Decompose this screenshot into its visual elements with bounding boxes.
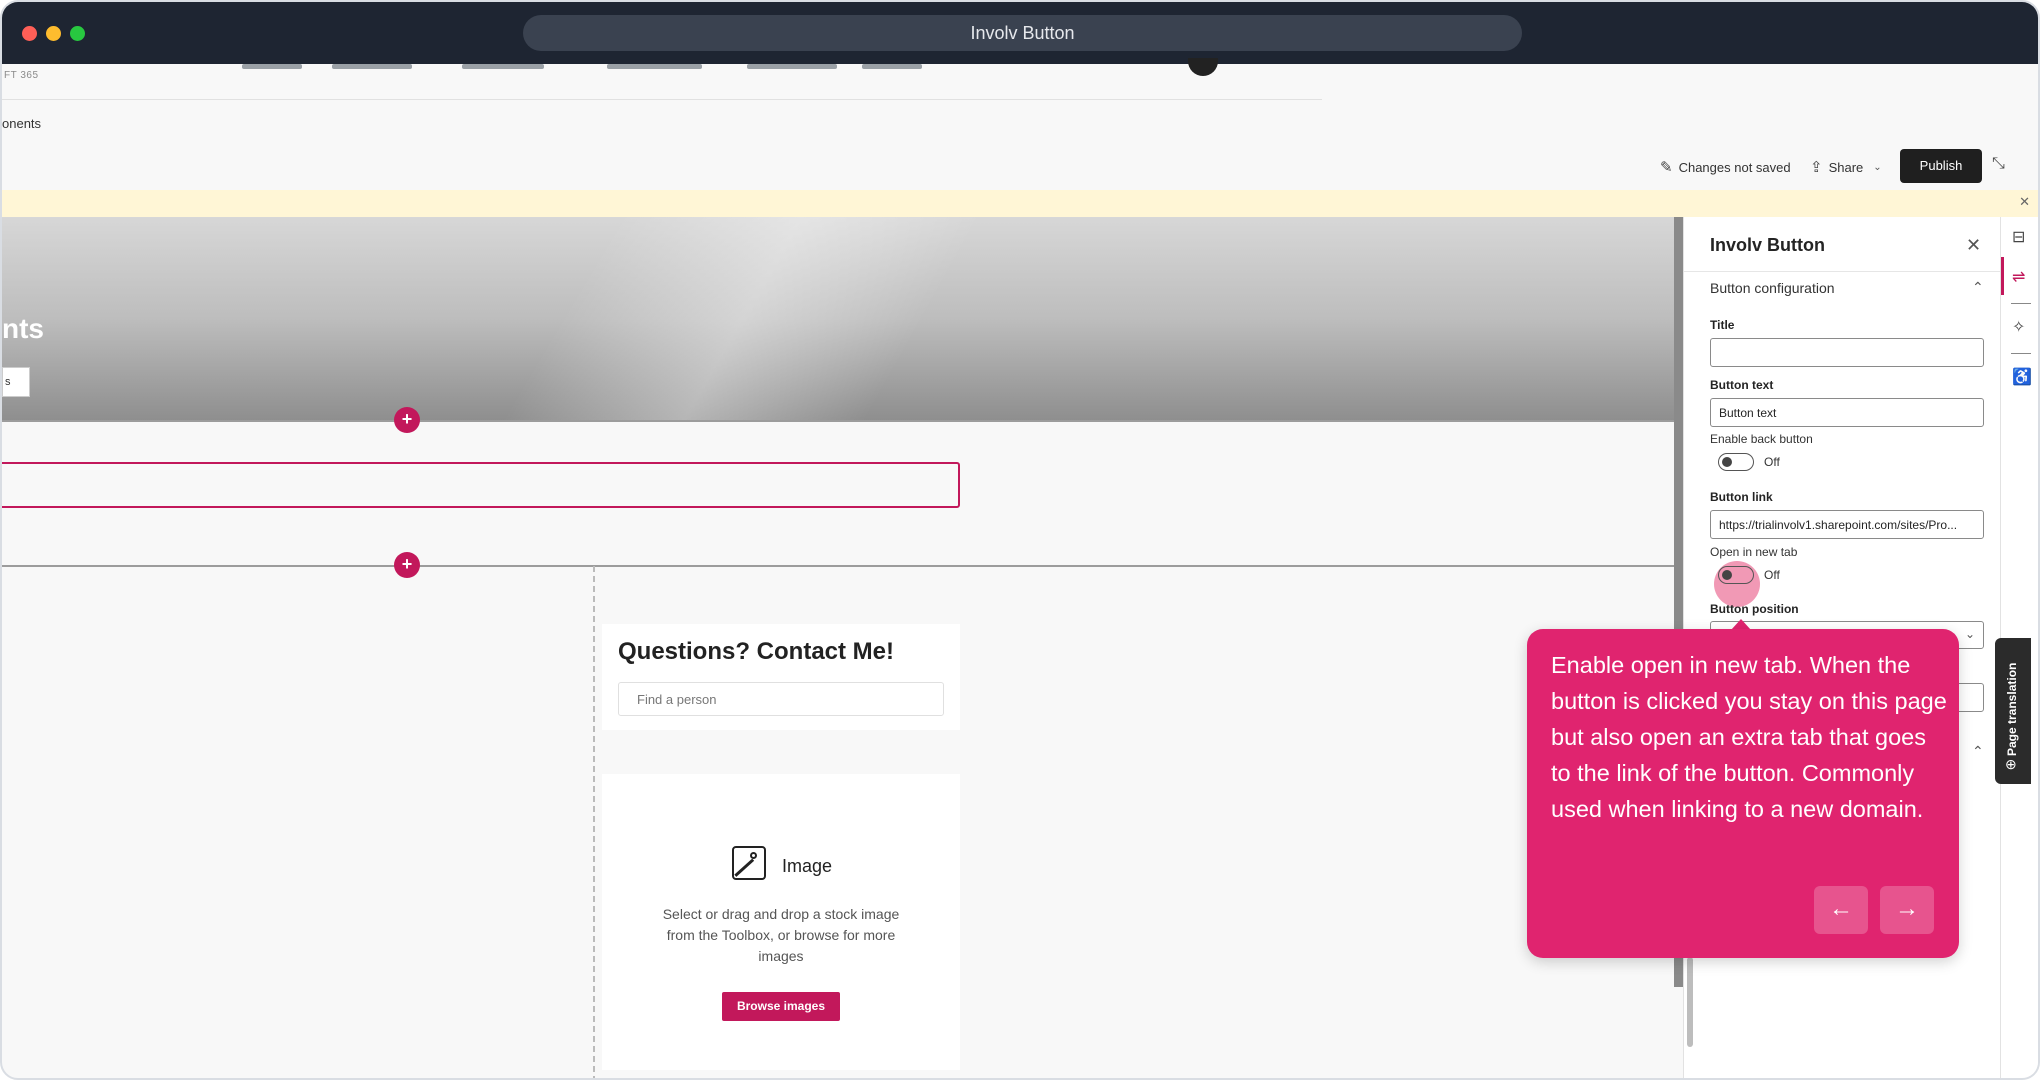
image-description: Select or drag and drop a stock image fr… [662,906,900,964]
add-section-button[interactable]: + [394,407,420,433]
back-button-state: Off [1764,455,1780,469]
rail-divider [2011,303,2031,304]
chevron-down-icon: ⌄ [1964,627,1975,641]
sparkle-icon[interactable]: ✧ [2012,317,2025,337]
tooltip-text: Enable open in new tab. When the button … [1551,652,1947,822]
site-top-nav: FT 365 [2,58,1322,100]
text-web-part[interactable] [2,462,960,508]
browse-images-button[interactable]: Browse images [722,992,840,1021]
nav-item-obscured[interactable] [242,64,302,69]
new-tab-label: Open in new tab [1710,545,1798,559]
hero-banner[interactable]: nts s [2,217,1674,421]
find-person-input[interactable]: Find a person [618,682,944,716]
previous-step-button[interactable]: ← [1814,886,1868,934]
hero-background [382,217,1082,421]
contact-title: Questions? Contact Me! [618,638,895,665]
arrow-left-icon: ← [1829,895,1853,922]
share-label: Share [1828,159,1864,175]
active-indicator [2001,257,2004,295]
title-bar: Involv Button [2,2,2038,64]
button-link-field[interactable]: https://trialinvolv1.sharepoint.com/site… [1710,510,1984,539]
hero-button[interactable]: s [2,367,30,397]
close-window-button[interactable] [22,26,37,41]
share-button[interactable]: ⇪ Share ⌄ [1810,151,1882,183]
panel-title: Involv Button [1710,235,1825,255]
button-position-label: Button position [1710,602,1799,616]
pencil-icon: ✎ [1660,159,1673,176]
window-title: Involv Button [523,15,1522,51]
nav-item-obscured[interactable] [332,64,412,69]
back-button-toggle[interactable] [1718,453,1754,471]
maximize-window-button[interactable] [70,26,85,41]
publish-button[interactable]: Publish [1900,149,1982,183]
app-window: Involv Button FT 365 onents ✎ Changes no… [0,0,2040,1080]
title-label: Title [1710,318,1735,332]
new-tab-state: Off [1764,568,1780,582]
new-tab-toggle[interactable] [1718,566,1754,584]
page-translation-label: Page translation [2005,662,2019,756]
image-web-part[interactable]: Image Select or drag and drop a stock im… [602,774,960,1070]
accessibility-icon[interactable]: ♿ [2012,367,2032,387]
button-text-field[interactable]: Button text [1710,398,1984,427]
nav-item-obscured[interactable] [747,64,837,69]
section-divider [2,420,1683,422]
nav-item-obscured[interactable] [607,64,702,69]
rail-divider [2011,353,2031,354]
button-link-label: Button link [1710,490,1773,504]
image-icon-mountain [734,858,754,877]
nav-item-obscured[interactable] [462,64,544,69]
sliders-icon[interactable]: ⇌ [2012,267,2025,287]
hero-title: nts [2,313,44,344]
people-web-part[interactable]: Questions? Contact Me! Find a person [602,624,960,730]
toggle-knob [1722,570,1732,580]
notice-bar: ✕ [2,190,2038,217]
button-text-label: Button text [1710,378,1774,392]
image-title: Image [782,856,833,876]
arrow-right-icon: → [1895,895,1919,922]
chevron-down-icon: ⌄ [1873,161,1882,173]
close-icon[interactable]: ✕ [2019,194,2030,210]
changes-status[interactable]: ✎ Changes not saved [1660,151,1791,183]
add-section-button[interactable]: + [394,552,420,578]
section-header[interactable]: Button configuration [1710,280,1835,296]
minimize-window-button[interactable] [46,26,61,41]
collapse-icon[interactable]: ⤡ [1992,155,2005,173]
nav-item-obscured[interactable] [862,64,922,69]
column-divider [593,566,595,1078]
avatar[interactable] [1188,58,1218,76]
back-button-label: Enable back button [1710,432,1813,446]
chevron-up-icon[interactable]: ⌃ [1972,279,1984,296]
site-brand: FT 365 [4,70,39,81]
toolbox-icon[interactable]: ⊟ [2012,227,2025,247]
breadcrumb[interactable]: onents [2,116,41,131]
share-icon: ⇪ [1810,159,1823,176]
page-translation-tab[interactable]: Page translation ⊕ [1995,638,2031,784]
panel-scrollbar[interactable] [1687,957,1693,1047]
section-divider [2,565,1683,567]
globe-icon: ⊕ [2005,756,2017,772]
toggle-knob [1722,457,1732,467]
image-icon [732,846,766,880]
chevron-up-icon[interactable]: ⌃ [1972,743,1984,760]
title-field[interactable] [1710,338,1984,367]
close-icon[interactable]: ✕ [1966,235,1981,256]
guide-tooltip: Enable open in new tab. When the button … [1527,629,1959,958]
next-step-button[interactable]: → [1880,886,1934,934]
changes-status-label: Changes not saved [1678,159,1791,175]
panel-divider [1684,271,2001,272]
